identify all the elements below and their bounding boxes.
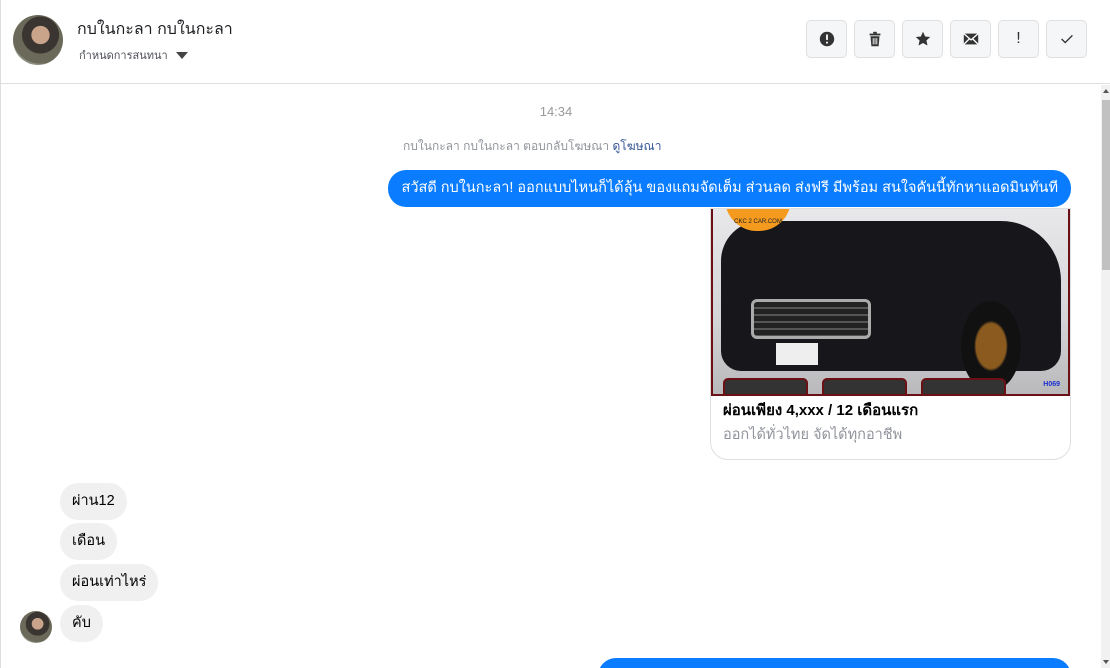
alert-circle-icon bbox=[819, 31, 834, 47]
trash-icon bbox=[869, 31, 880, 47]
star-icon bbox=[915, 31, 930, 46]
sender-avatar bbox=[20, 611, 52, 643]
delete-button[interactable] bbox=[854, 20, 895, 58]
outgoing-message: สวัสดี กบในกะลา! ออกแบบไหนก็ได้ลุ้น ของแ… bbox=[388, 170, 1071, 207]
incoming-message: ผ่อนเท่าไหร่ bbox=[60, 564, 159, 601]
message-timestamp: 14:34 bbox=[539, 104, 573, 119]
contact-avatar[interactable] bbox=[13, 15, 63, 65]
contact-name[interactable]: กบในกะลา กบในกะลา bbox=[77, 17, 233, 42]
scrollbar-thumb[interactable] bbox=[1102, 100, 1110, 270]
conversation-settings-dropdown[interactable]: กำหนดการสนทนา bbox=[79, 46, 188, 64]
incoming-message: เดือน bbox=[60, 523, 117, 560]
mark-done-button[interactable] bbox=[1046, 20, 1087, 58]
incoming-message: ผ่าน12 bbox=[60, 483, 127, 520]
conversation-settings-label: กำหนดการสนทนา bbox=[79, 50, 168, 62]
follow-up-button[interactable]: ! bbox=[998, 20, 1039, 58]
outgoing-message-partial bbox=[598, 658, 1071, 668]
ad-reply-text: กบในกะลา กบในกะลา ตอบกลับโฆษณา bbox=[403, 139, 610, 153]
ad-card[interactable]: CKC 2 CAR.COM H069 ผ่อนเพียง 4,xxx / 12 … bbox=[710, 208, 1071, 460]
truck-image bbox=[721, 221, 1061, 391]
mail-icon bbox=[962, 33, 979, 45]
message-thread: 14:34 กบในกะลา กบในกะลา ตอบกลับโฆษณา ดูโ… bbox=[1, 85, 1101, 668]
scroll-up-icon[interactable] bbox=[1103, 89, 1109, 93]
ad-title: ผ่อนเพียง 4,xxx / 12 เดือนแรก bbox=[723, 402, 919, 419]
report-spam-button[interactable] bbox=[806, 20, 847, 58]
scroll-down-icon[interactable] bbox=[1103, 660, 1109, 664]
header-actions: ! bbox=[806, 20, 1087, 58]
ad-subtitle: ออกได้ทั่วไทย จัดได้ทุกอาชีพ bbox=[723, 427, 903, 443]
ad-reply-notice: กบในกะลา กบในกะลา ตอบกลับโฆษณา ดูโฆษณา bbox=[403, 137, 661, 156]
star-button[interactable] bbox=[902, 20, 943, 58]
mark-unread-button[interactable] bbox=[950, 20, 991, 58]
view-ad-link[interactable]: ดูโฆษณา bbox=[613, 139, 662, 153]
scrollbar[interactable] bbox=[1101, 85, 1110, 668]
ad-thumbnails bbox=[723, 378, 1006, 394]
incoming-message: คับ bbox=[60, 605, 103, 642]
ad-code: H069 bbox=[1043, 381, 1060, 388]
ad-image: CKC 2 CAR.COM H069 bbox=[711, 209, 1070, 396]
conversation-header: กบในกะลา กบในกะลา กำหนดการสนทนา ! bbox=[1, 0, 1110, 84]
exclamation-icon: ! bbox=[1016, 30, 1021, 47]
check-icon bbox=[1060, 34, 1073, 44]
caret-down-icon bbox=[175, 51, 188, 59]
